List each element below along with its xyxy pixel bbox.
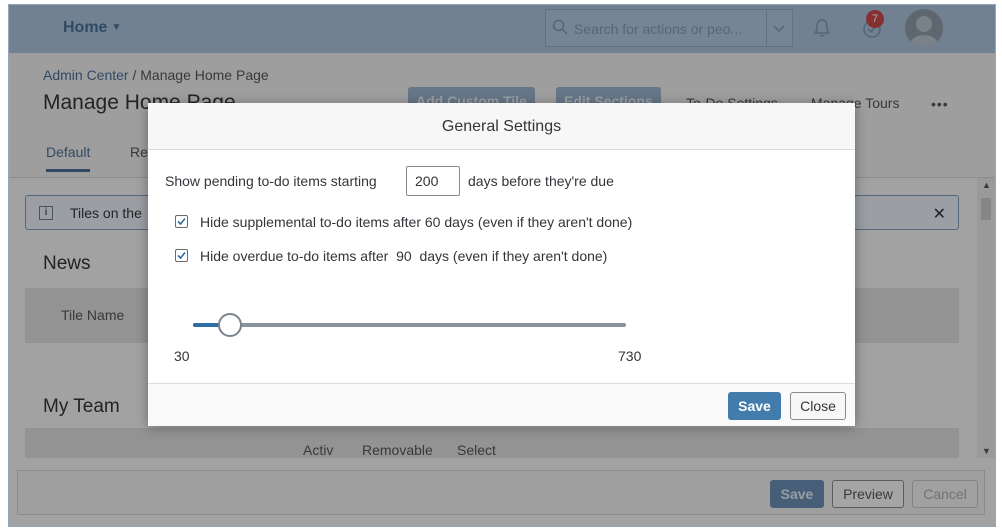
hide-overdue-checkbox[interactable] (175, 249, 188, 262)
slider-max-label: 730 (618, 348, 642, 364)
dialog-header: General Settings (148, 103, 855, 150)
hide-supplemental-checkbox[interactable] (175, 215, 188, 228)
hide-supplemental-label[interactable]: Hide supplemental to-do items after 60 d… (200, 214, 632, 230)
dialog-save-button[interactable]: Save (728, 392, 781, 420)
dialog-footer: Save Close (148, 383, 855, 426)
dialog-title: General Settings (441, 118, 562, 135)
checkmark-icon (177, 251, 186, 260)
overdue-days-slider-handle[interactable] (218, 313, 243, 337)
hide-overdue-label[interactable]: Hide overdue to-do items after 90 days (… (200, 248, 607, 264)
app-window: Home ▼ Search for actions or peo... 7 Adm… (8, 4, 996, 527)
pending-label-suffix: days before they're due (468, 173, 614, 189)
dialog-close-button[interactable]: Close (790, 392, 846, 420)
pending-days-input[interactable] (406, 166, 460, 196)
slider-min-label: 30 (174, 348, 190, 364)
checkmark-icon (177, 217, 186, 226)
general-settings-dialog: General Settings Show pending to-do item… (148, 103, 855, 426)
overdue-days-slider-track[interactable] (193, 323, 626, 327)
pending-label-prefix: Show pending to-do items starting (165, 173, 377, 189)
